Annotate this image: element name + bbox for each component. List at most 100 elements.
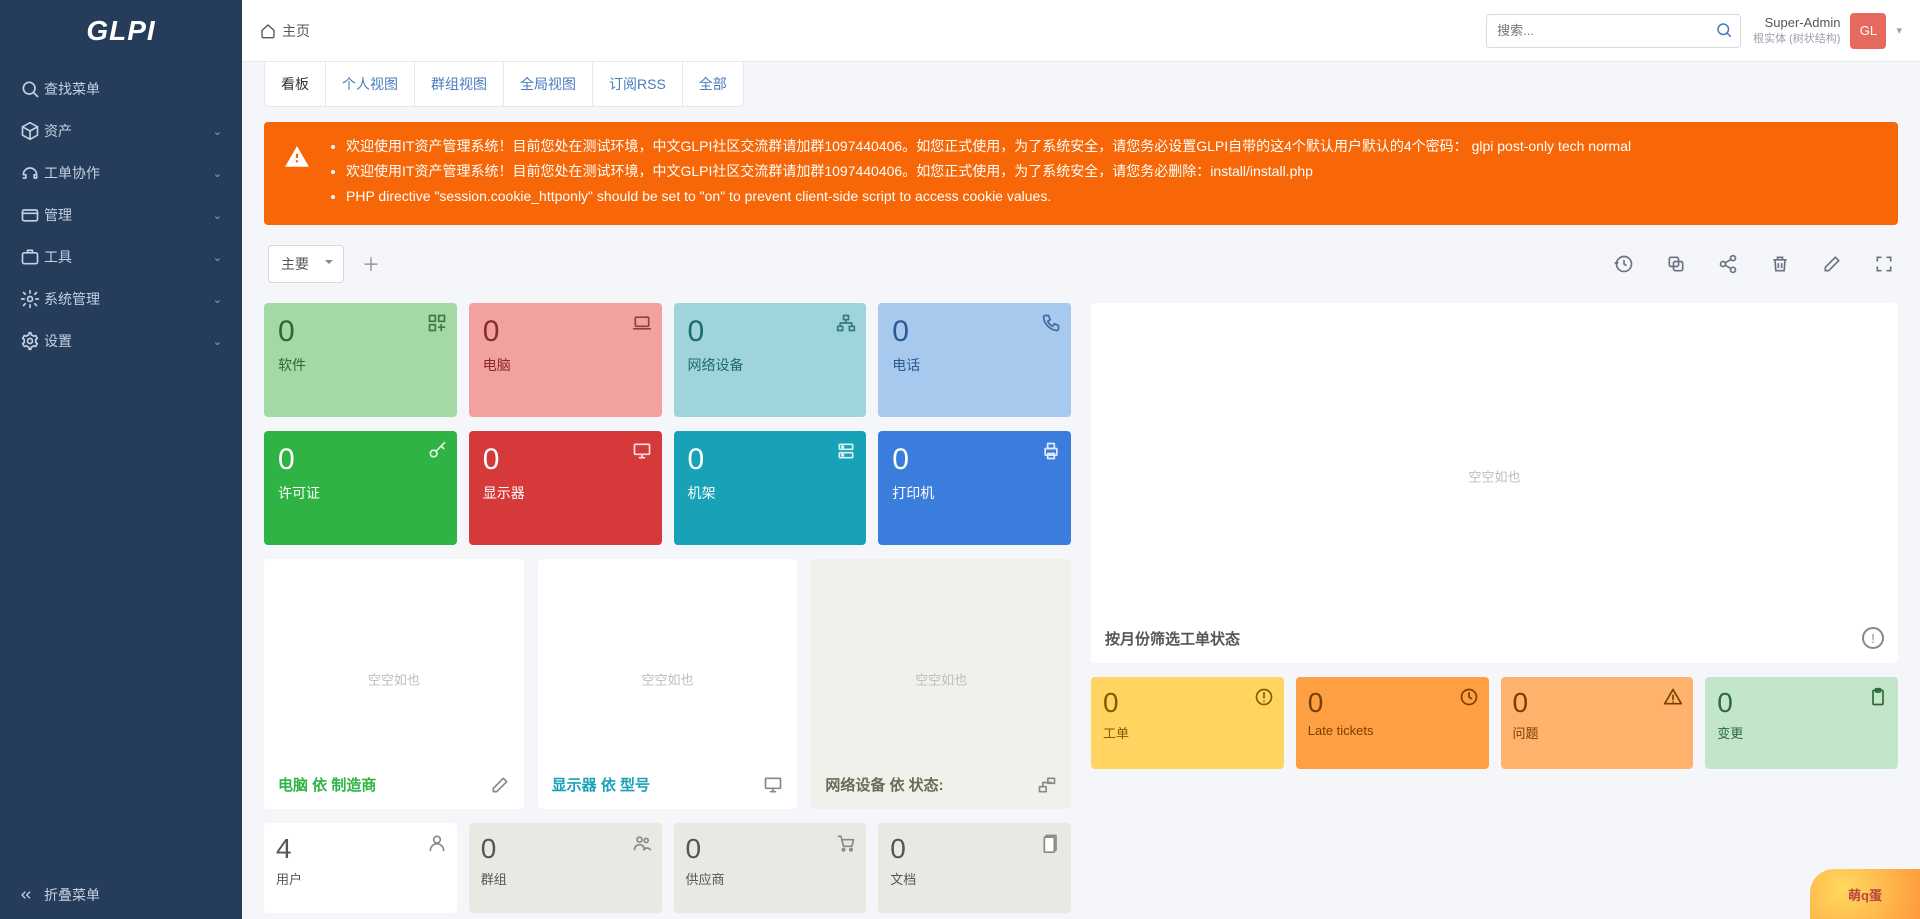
tile-label: 显示器 xyxy=(483,483,648,503)
cube-icon xyxy=(20,121,44,141)
breadcrumb-label: 主页 xyxy=(282,21,310,41)
tile-机架[interactable]: 0 机架 xyxy=(674,431,867,545)
sidebar-item-2[interactable]: 工单协作⌄ xyxy=(0,152,242,194)
chart-panel-2[interactable]: 空空如也网络设备 依 状态: xyxy=(811,559,1071,809)
edit-icon xyxy=(490,775,510,795)
tab-5[interactable]: 全部 xyxy=(683,62,743,106)
users-icon xyxy=(632,833,652,853)
empty-text: 空空如也 xyxy=(1468,466,1520,485)
dashboard-bar: 主要 ＋ xyxy=(264,245,1898,283)
chevron-down-icon: ⌄ xyxy=(213,293,222,306)
tile-电脑[interactable]: 0电脑 xyxy=(469,303,662,417)
bottom-tile-0[interactable]: 4用户 xyxy=(264,823,457,913)
history-icon[interactable] xyxy=(1614,254,1634,274)
user-entity: 根实体 (树状结构) xyxy=(1753,32,1840,46)
edit-icon[interactable] xyxy=(1822,254,1842,274)
tile-value: 0 xyxy=(481,833,650,865)
tile-label: 文档 xyxy=(890,869,1059,888)
status-tile-3[interactable]: 0变更 xyxy=(1705,677,1898,769)
tile-label: 供应商 xyxy=(686,869,855,888)
headset-icon xyxy=(20,163,44,183)
sidebar-item-4[interactable]: 工具⌄ xyxy=(0,236,242,278)
panel-title: 按月份筛选工单状态 xyxy=(1105,628,1240,649)
sidebar-item-3[interactable]: 管理⌄ xyxy=(0,194,242,236)
tab-2[interactable]: 群组视图 xyxy=(415,62,504,106)
briefcase-icon xyxy=(20,247,44,267)
info-icon: ! xyxy=(1862,627,1884,649)
clock-icon xyxy=(1459,687,1479,707)
tile-label: 问题 xyxy=(1513,723,1682,742)
sidebar-item-6[interactable]: 设置⌄ xyxy=(0,320,242,362)
empty-text: 空空如也 xyxy=(368,670,420,689)
sidebar-item-label: 设置 xyxy=(44,331,72,351)
status-tile-1[interactable]: 0Late tickets xyxy=(1296,677,1489,769)
tile-电话[interactable]: 0电话 xyxy=(878,303,1071,417)
sidebar-item-1[interactable]: 资产⌄ xyxy=(0,110,242,152)
chevron-down-icon: ⌄ xyxy=(213,167,222,180)
tile-label: Late tickets xyxy=(1308,723,1477,738)
monitor-icon xyxy=(763,775,783,795)
tile-value: 0 xyxy=(688,315,853,349)
search-input[interactable] xyxy=(1486,14,1741,48)
tile-label: 许可证 xyxy=(278,483,443,503)
tile-label: 工单 xyxy=(1103,723,1272,742)
collapse-menu[interactable]: 折叠菜单 xyxy=(0,871,242,919)
user-icon xyxy=(427,833,447,853)
breadcrumb[interactable]: 主页 xyxy=(260,21,310,41)
rack-icon xyxy=(836,441,856,461)
clipboard-icon xyxy=(1868,687,1888,707)
tile-label: 机架 xyxy=(688,483,853,503)
tile-label: 打印机 xyxy=(892,483,1057,503)
bottom-tile-1[interactable]: 0群组 xyxy=(469,823,662,913)
fullscreen-icon[interactable] xyxy=(1874,254,1894,274)
key-icon xyxy=(427,441,447,461)
cart-icon xyxy=(836,833,856,853)
search-icon[interactable] xyxy=(1715,21,1733,39)
sidebar-item-5[interactable]: 系统管理⌄ xyxy=(0,278,242,320)
chart-panel-1[interactable]: 空空如也显示器 依 型号 xyxy=(538,559,798,809)
alert-list: 欢迎使用IT资产管理系统！目前您处在测试环境，中文GLPI社区交流群请加群109… xyxy=(326,136,1631,211)
tab-0[interactable]: 看板 xyxy=(265,62,326,106)
alert-banner: 欢迎使用IT资产管理系统！目前您处在测试环境，中文GLPI社区交流群请加群109… xyxy=(264,122,1898,225)
panel-title: 网络设备 依 状态: xyxy=(825,774,943,795)
user-name: Super-Admin xyxy=(1753,15,1840,32)
chart-panel-tickets-by-month[interactable]: 空空如也 按月份筛选工单状态 ! xyxy=(1091,303,1898,663)
add-dashboard-button[interactable]: ＋ xyxy=(362,251,380,277)
tab-4[interactable]: 订阅RSS xyxy=(593,62,683,106)
status-tile-0[interactable]: 0工单 xyxy=(1091,677,1284,769)
search-box xyxy=(1486,14,1741,48)
sidebar-item-0[interactable]: 查找菜单 xyxy=(0,68,242,110)
alert-item: PHP directive "session.cookie_httponly" … xyxy=(346,186,1631,207)
home-icon xyxy=(260,23,276,39)
copy-icon[interactable] xyxy=(1666,254,1686,274)
tile-许可证[interactable]: 0许可证 xyxy=(264,431,457,545)
tile-打印机[interactable]: 0打印机 xyxy=(878,431,1071,545)
dashboard-selector[interactable]: 主要 xyxy=(268,245,344,283)
status-tile-2[interactable]: 0问题 xyxy=(1501,677,1694,769)
tile-显示器[interactable]: 0显示器 xyxy=(469,431,662,545)
tabs: 看板个人视图群组视图全局视图订阅RSS全部 xyxy=(264,62,744,107)
tile-value: 0 xyxy=(892,315,1057,349)
chart-panel-0[interactable]: 空空如也电脑 依 制造商 xyxy=(264,559,524,809)
warning-icon xyxy=(284,136,310,211)
sidebar: GLPI 查找菜单资产⌄工单协作⌄管理⌄工具⌄系统管理⌄设置⌄ 折叠菜单 xyxy=(0,0,242,919)
bottom-tile-2[interactable]: 0供应商 xyxy=(674,823,867,913)
phone-icon xyxy=(1041,313,1061,333)
tab-1[interactable]: 个人视图 xyxy=(326,62,415,106)
trash-icon[interactable] xyxy=(1770,254,1790,274)
wallet-icon xyxy=(20,205,44,225)
dashboard-tools xyxy=(1614,254,1894,274)
apps-icon xyxy=(427,313,447,333)
tile-value: 0 xyxy=(1717,687,1886,719)
tile-网络设备[interactable]: 0网络设备 xyxy=(674,303,867,417)
tab-3[interactable]: 全局视图 xyxy=(504,62,593,106)
share-icon[interactable] xyxy=(1718,254,1738,274)
bottom-tile-3[interactable]: 0 文档 xyxy=(878,823,1071,913)
chevron-down-icon: ⌄ xyxy=(213,125,222,138)
user-menu[interactable]: Super-Admin 根实体 (树状结构) GL ▾ xyxy=(1753,13,1902,49)
tile-value: 0 xyxy=(890,833,1059,865)
alert-circle-icon xyxy=(1254,687,1274,707)
tile-软件[interactable]: 0软件 xyxy=(264,303,457,417)
tile-value: 0 xyxy=(688,443,853,477)
panel-title: 电脑 依 制造商 xyxy=(278,774,376,795)
